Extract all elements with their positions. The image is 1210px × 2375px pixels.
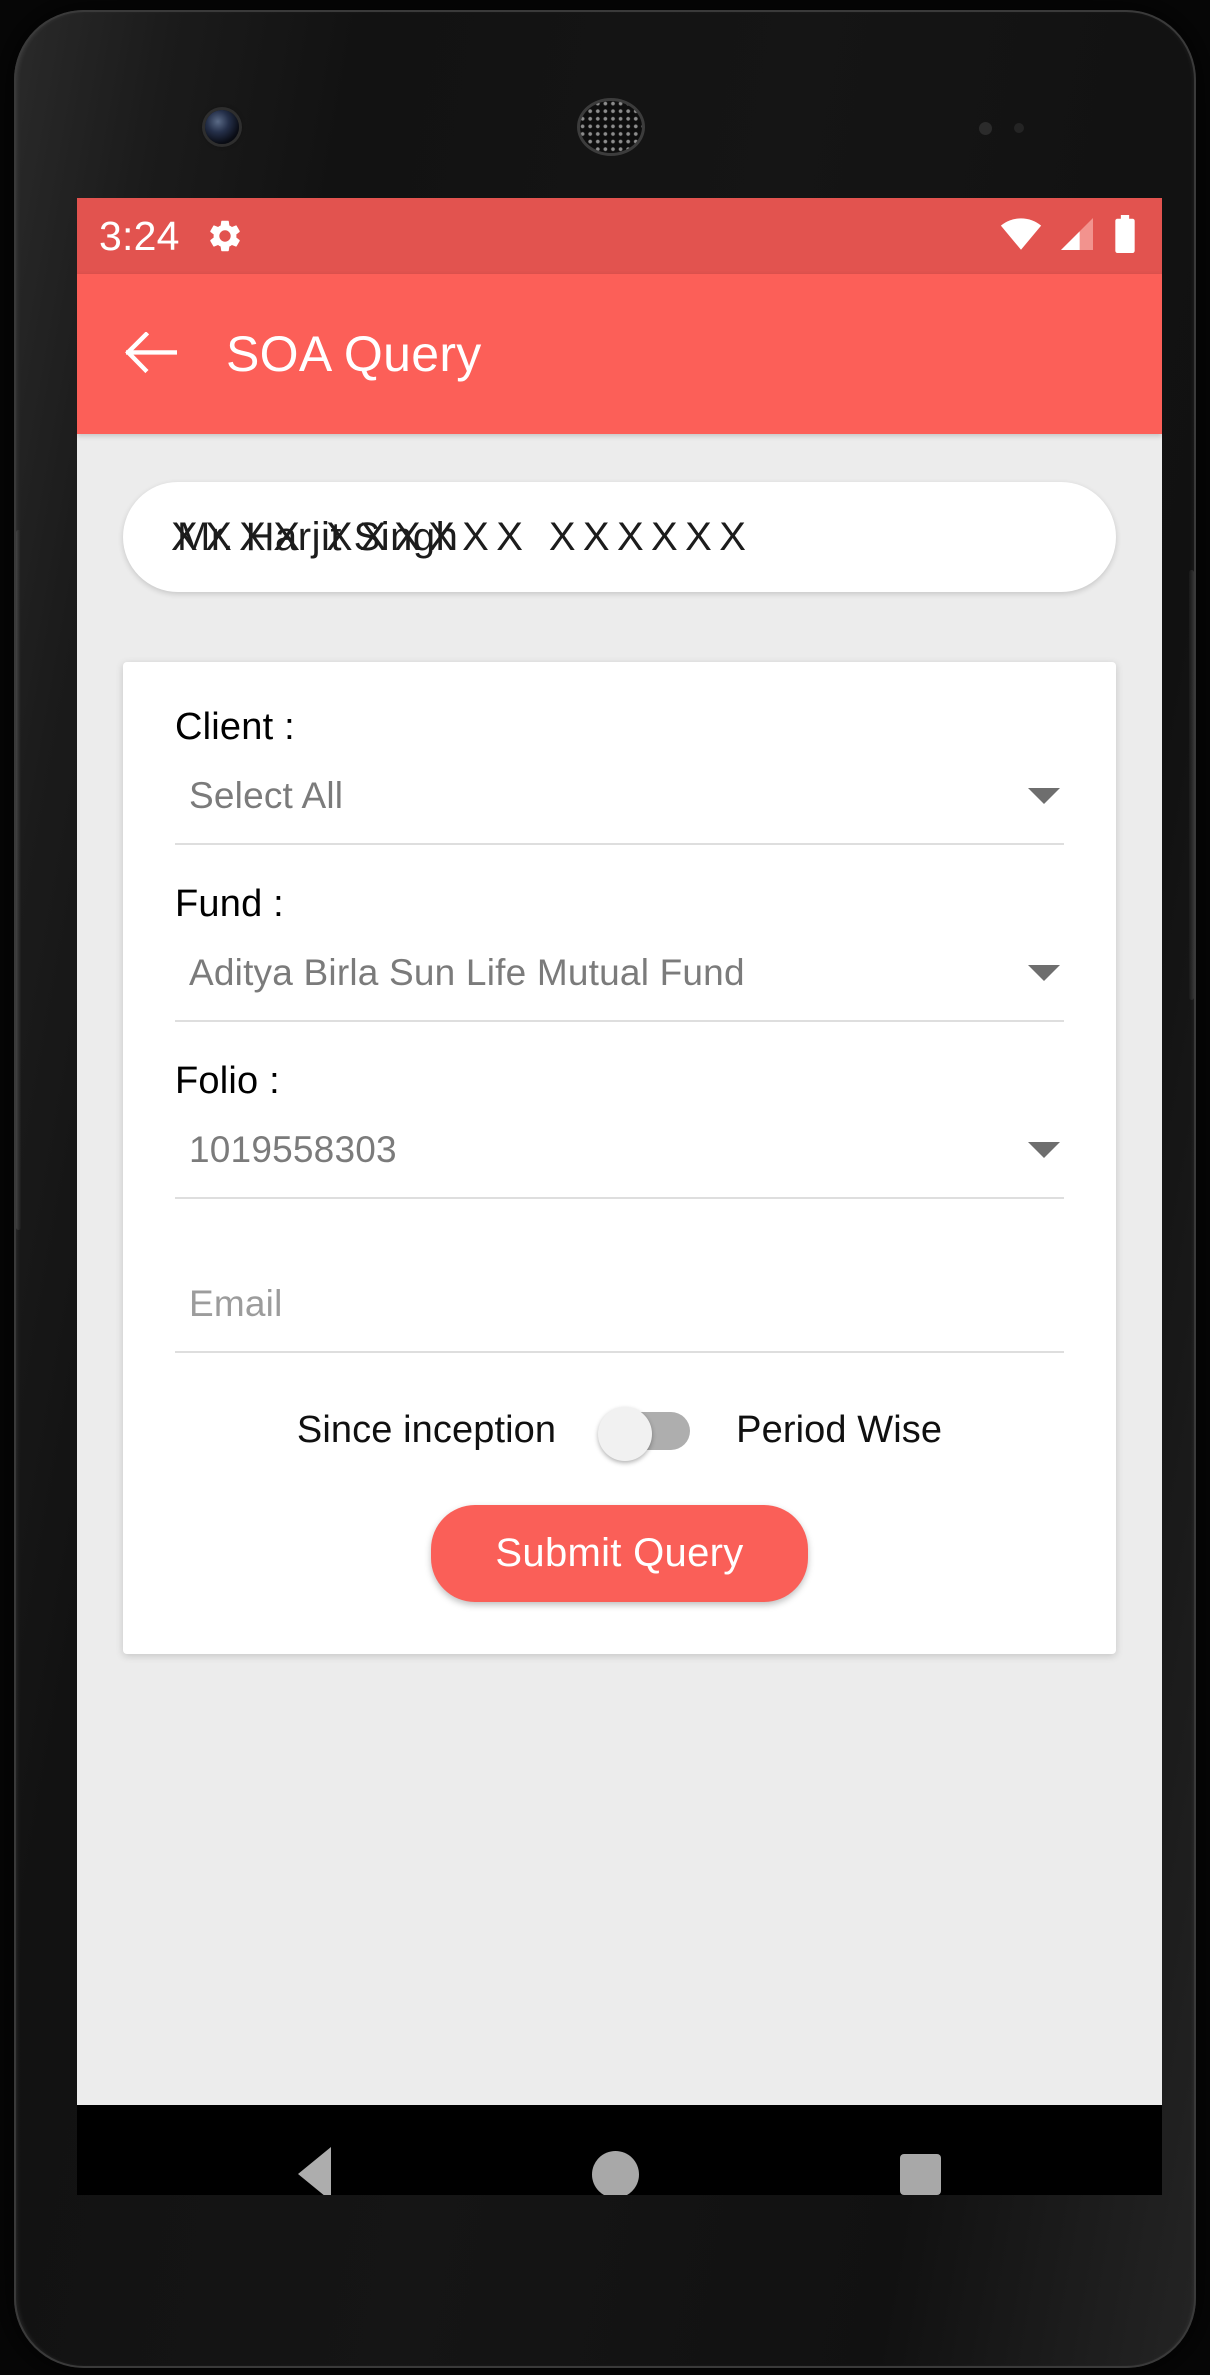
fund-value: Aditya Birla Sun Life Mutual Fund xyxy=(189,952,745,993)
status-bar: 3:24 xyxy=(77,198,1162,274)
period-toggle-row: Since inception Period Wise xyxy=(175,1407,1064,1461)
wifi-icon xyxy=(1000,217,1042,255)
client-value: Select All xyxy=(189,775,344,816)
app-bar: SOA Query xyxy=(77,274,1162,434)
back-arrow-icon[interactable] xyxy=(125,328,177,380)
chevron-down-icon xyxy=(1028,1142,1060,1158)
query-form-card: Client : Select All Fund : Aditya Birla … xyxy=(123,662,1116,1654)
chevron-down-icon xyxy=(1028,965,1060,981)
account-name-pill[interactable]: Mr. Harjit Singh XXXX XXXXXX XXXXXX xyxy=(123,482,1116,592)
since-inception-label: Since inception xyxy=(296,1408,557,1451)
fund-label: Fund : xyxy=(175,883,284,925)
status-icons-group xyxy=(1000,214,1138,258)
earpiece-speaker-icon xyxy=(580,101,642,153)
nav-recents-square-icon[interactable] xyxy=(900,2153,942,2195)
submit-row: Submit Query xyxy=(175,1505,1064,1602)
cellular-signal-icon xyxy=(1058,217,1096,255)
fund-field-group: Fund : Aditya Birla Sun Life Mutual Fund xyxy=(175,883,1064,1022)
phone-right-edge xyxy=(1189,570,1194,1000)
page-title: SOA Query xyxy=(226,326,482,382)
period-wise-toggle[interactable] xyxy=(598,1407,694,1461)
email-field[interactable]: Email xyxy=(175,1237,1064,1353)
toggle-knob xyxy=(598,1407,653,1461)
chevron-down-icon xyxy=(1028,788,1060,804)
nav-back-triangle-icon[interactable] xyxy=(297,2147,331,2195)
proximity-sensor-icon xyxy=(979,122,992,135)
screen-content: Mr. Harjit Singh XXXX XXXXXX XXXXXX Clie… xyxy=(77,482,1162,2105)
submit-query-button[interactable]: Submit Query xyxy=(431,1505,808,1602)
gear-icon xyxy=(206,217,244,255)
status-time: 3:24 xyxy=(99,212,180,259)
redaction-overlay-text: XXXX XXXXXX XXXXXX xyxy=(171,514,754,559)
nav-home-circle-icon[interactable] xyxy=(591,2150,639,2195)
front-camera-icon xyxy=(205,110,239,144)
period-wise-label: Period Wise xyxy=(736,1408,943,1451)
battery-full-icon xyxy=(1112,214,1138,258)
email-placeholder: Email xyxy=(189,1283,283,1324)
folio-value: 1019558303 xyxy=(189,1129,397,1170)
phone-left-edge xyxy=(16,530,21,1230)
client-label: Client : xyxy=(175,706,295,748)
light-sensor-icon xyxy=(1014,123,1024,133)
folio-label: Folio : xyxy=(175,1060,280,1102)
phone-body: 3:24 SOA Query Mr. Harjit Singh XXXX XXX… xyxy=(14,10,1196,2368)
folio-field-group: Folio : 1019558303 xyxy=(175,1060,1064,1199)
device-mockup: 3:24 SOA Query Mr. Harjit Singh XXXX XXX… xyxy=(0,0,1210,2375)
client-field-group: Client : Select All xyxy=(175,706,1064,845)
phone-screen: 3:24 SOA Query Mr. Harjit Singh XXXX XXX… xyxy=(77,198,1162,2195)
folio-select[interactable]: 1019558303 xyxy=(175,1129,1064,1199)
account-name-redacted: Mr. Harjit Singh XXXX XXXXXX XXXXXX xyxy=(171,515,746,560)
android-nav-bar xyxy=(77,2105,1162,2195)
fund-select[interactable]: Aditya Birla Sun Life Mutual Fund xyxy=(175,952,1064,1022)
client-select[interactable]: Select All xyxy=(175,775,1064,845)
